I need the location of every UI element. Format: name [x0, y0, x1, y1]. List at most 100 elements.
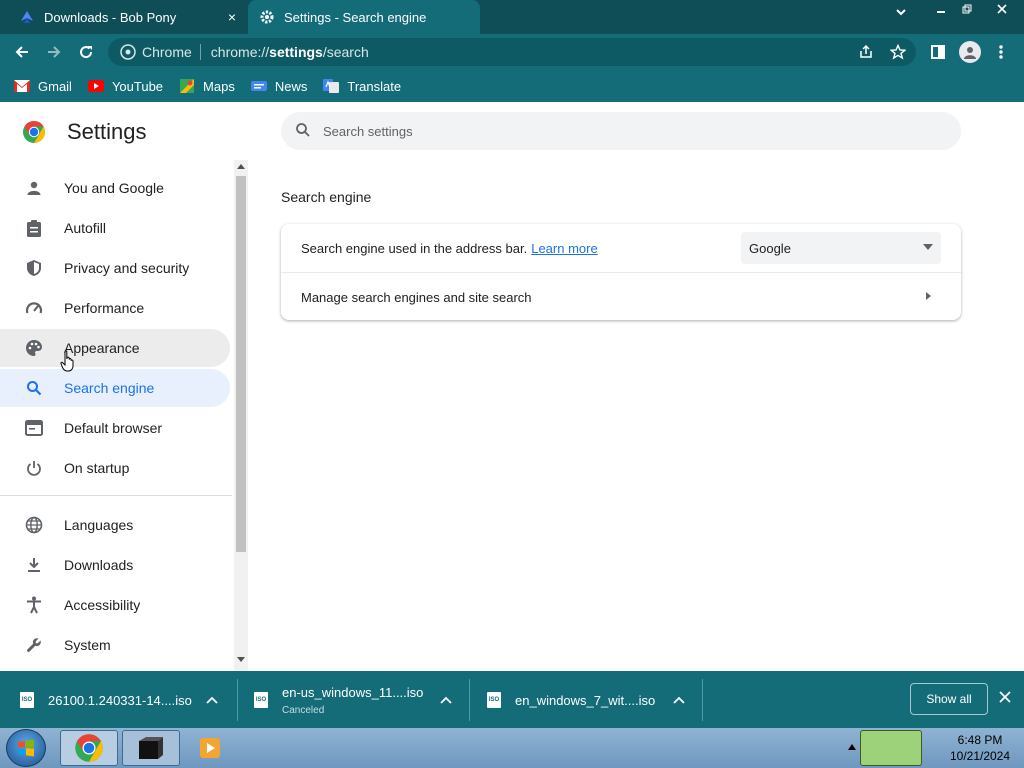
- taskbar-terminal-button[interactable]: [122, 730, 180, 766]
- chrome-logo-icon: [22, 120, 46, 147]
- taskbar: 6:48 PM 10/21/2024: [0, 728, 1024, 768]
- sidebar-item-label: Autofill: [64, 220, 107, 236]
- bookmark-news[interactable]: News: [250, 78, 308, 94]
- download-item[interactable]: ISO 26100.1.240331-14....iso: [20, 679, 236, 721]
- shelf-divider: [469, 679, 470, 721]
- bookmark-label: News: [274, 78, 308, 94]
- sidebar-item-label: Privacy and security: [64, 260, 190, 276]
- close-icon[interactable]: [999, 690, 1011, 706]
- sidebar-item-label: Performance: [64, 300, 145, 316]
- taskbar-media-player-button[interactable]: [190, 730, 230, 766]
- taskbar-clock[interactable]: 6:48 PM 10/21/2024: [940, 732, 1020, 764]
- manage-search-engines-row[interactable]: Manage search engines and site search: [281, 273, 961, 321]
- tab-close-icon[interactable]: ×: [222, 9, 242, 25]
- speedometer-icon: [24, 300, 44, 316]
- show-hidden-icons-arrow-icon[interactable]: [848, 742, 856, 752]
- bookmark-maps[interactable]: Maps: [179, 79, 235, 94]
- sidebar-item-label: On startup: [64, 460, 130, 476]
- bookmark-star-icon[interactable]: [889, 43, 907, 63]
- sidebar-item-appearance[interactable]: Appearance: [0, 329, 230, 367]
- clock-time: 6:48 PM: [957, 733, 1003, 747]
- sidebar-item-label: Languages: [64, 517, 134, 533]
- sidebar-item-search-engine[interactable]: Search engine: [0, 369, 230, 407]
- chevron-up-icon[interactable]: [206, 693, 218, 707]
- sidebar-item-downloads[interactable]: Downloads: [0, 546, 230, 584]
- learn-more-link[interactable]: Learn more: [531, 241, 597, 256]
- bookmarks-bar: Gmail YouTube Maps News Translate: [0, 70, 1024, 102]
- scrollbar-thumb[interactable]: [236, 176, 246, 552]
- window-controls: [928, 0, 1024, 20]
- title-bar: Downloads - Bob Pony × Settings - Search…: [0, 0, 1024, 34]
- tab-title: Downloads - Bob Pony: [44, 9, 177, 25]
- sidebar-scrollbar[interactable]: [234, 160, 248, 671]
- download-filename: en_windows_7_wit....iso: [515, 692, 656, 708]
- sidebar-item-default-browser[interactable]: Default browser: [0, 409, 230, 447]
- sidebar-item-on-startup[interactable]: On startup: [0, 449, 230, 487]
- bob-pony-favicon-icon: [18, 9, 36, 25]
- url-scheme: chrome://: [210, 44, 270, 60]
- download-item[interactable]: ISO en_windows_7_wit....iso: [487, 679, 701, 721]
- address-bar[interactable]: Chrome chrome://settings/search: [108, 38, 916, 66]
- sidebar-item-performance[interactable]: Performance: [0, 289, 230, 327]
- kebab-menu-icon[interactable]: [998, 44, 1004, 63]
- sidebar-item-languages[interactable]: Languages: [0, 506, 230, 544]
- settings-page: Settings You and Google Autofill Privacy…: [0, 102, 1024, 671]
- url-path: /search: [322, 44, 369, 60]
- url-host: settings: [269, 44, 323, 60]
- windows-logo-icon: [18, 739, 34, 757]
- tab-settings[interactable]: Settings - Search engine: [248, 0, 480, 34]
- sidebar-item-you-and-google[interactable]: You and Google: [0, 169, 230, 207]
- tab-title: Settings - Search engine: [284, 9, 427, 25]
- search-icon: [24, 380, 44, 396]
- browser-toolbar: Chrome chrome://settings/search: [0, 34, 1024, 70]
- window-close-icon[interactable]: [980, 0, 1024, 18]
- power-icon: [24, 460, 44, 476]
- gear-icon: [258, 10, 276, 24]
- search-engine-select[interactable]: Google: [741, 232, 941, 264]
- tray-active-apps[interactable]: [860, 730, 922, 766]
- download-filename: 26100.1.240331-14....iso: [48, 692, 192, 708]
- chevron-up-icon[interactable]: [440, 693, 452, 707]
- scroll-down-arrow-icon[interactable]: [237, 656, 245, 665]
- side-panel-icon[interactable]: [930, 44, 946, 63]
- restore-icon[interactable]: [954, 0, 980, 18]
- accessibility-icon: [24, 596, 44, 614]
- bookmark-youtube[interactable]: YouTube: [87, 79, 163, 94]
- section-title: Search engine: [281, 189, 372, 205]
- search-input[interactable]: [323, 123, 923, 139]
- tab-downloads[interactable]: Downloads - Bob Pony ×: [0, 0, 248, 34]
- chevron-right-icon: [926, 292, 931, 300]
- reload-icon[interactable]: [76, 42, 96, 62]
- settings-search[interactable]: [281, 112, 961, 150]
- manage-search-engines-label: Manage search engines and site search: [301, 289, 532, 305]
- forward-arrow-icon[interactable]: [44, 42, 64, 62]
- page-title: Settings: [67, 119, 147, 144]
- start-button[interactable]: [6, 729, 46, 767]
- minimize-icon[interactable]: [928, 0, 954, 18]
- taskbar-chrome-button[interactable]: [60, 730, 118, 766]
- share-icon[interactable]: [858, 44, 874, 63]
- search-engine-card: Search engine used in the address bar. L…: [281, 224, 961, 320]
- sidebar-item-privacy[interactable]: Privacy and security: [0, 249, 230, 287]
- bookmark-gmail[interactable]: Gmail: [14, 79, 72, 94]
- media-player-icon: [200, 738, 220, 758]
- bookmark-translate[interactable]: Translate: [323, 79, 401, 94]
- globe-icon: [24, 516, 44, 534]
- show-all-button[interactable]: Show all: [910, 683, 988, 715]
- search-engine-row: Search engine used in the address bar. L…: [281, 224, 961, 272]
- profile-avatar-icon[interactable]: [959, 41, 981, 63]
- sidebar-item-accessibility[interactable]: Accessibility: [0, 586, 230, 624]
- clipboard-icon: [24, 219, 44, 237]
- tab-search-chevron-down-icon[interactable]: [895, 6, 907, 21]
- chevron-up-icon[interactable]: [673, 693, 685, 707]
- iso-file-icon: ISO: [487, 692, 501, 708]
- sidebar-item-label: Default browser: [64, 420, 163, 436]
- scroll-up-arrow-icon[interactable]: [237, 162, 245, 171]
- system-tray: 6:48 PM 10/21/2024: [840, 728, 1024, 768]
- sidebar-item-label: Downloads: [64, 557, 134, 573]
- download-item[interactable]: ISO en-us_windows_11....iso Canceled: [254, 679, 468, 721]
- back-arrow-icon[interactable]: [12, 42, 32, 62]
- sidebar-item-system[interactable]: System: [0, 626, 230, 664]
- chrome-page-icon: [120, 44, 136, 60]
- sidebar-item-autofill[interactable]: Autofill: [0, 209, 230, 247]
